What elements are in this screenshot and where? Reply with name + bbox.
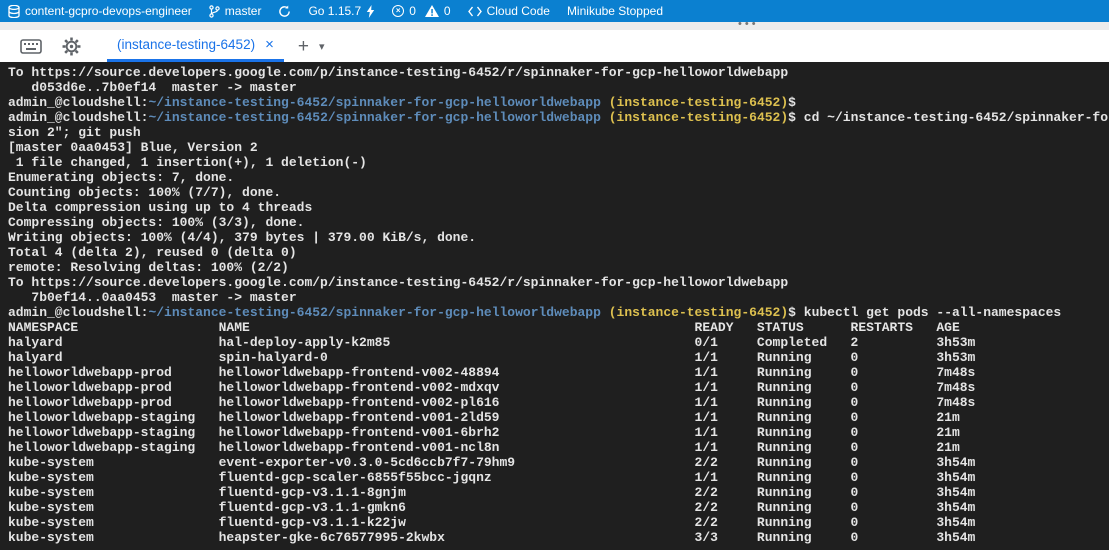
- terminal-output[interactable]: To https://source.developers.google.com/…: [0, 62, 1109, 550]
- terminal-line: Compressing objects: 100% (3/3), done.: [8, 215, 1109, 230]
- sync-button[interactable]: [278, 5, 291, 18]
- terminal-line: Delta compression using up to 4 threads: [8, 200, 1109, 215]
- terminal-line: admin_@cloudshell:~/instance-testing-645…: [8, 95, 1109, 110]
- code-brackets-icon: [468, 6, 482, 17]
- gear-icon[interactable]: [62, 37, 81, 56]
- terminal-line: helloworldwebapp-prod helloworldwebapp-f…: [8, 380, 1109, 395]
- lightning-icon: [366, 5, 375, 18]
- terminal-line: d053d6e..7b0ef14 master -> master: [8, 80, 1109, 95]
- terminal-tab-bar: (instance-testing-6452) × + ▾: [0, 30, 1109, 62]
- terminal-line: kube-system heapster-gke-6c76577995-2kwb…: [8, 530, 1109, 545]
- terminal-line: To https://source.developers.google.com/…: [8, 275, 1109, 290]
- terminal-line: helloworldwebapp-prod helloworldwebapp-f…: [8, 365, 1109, 380]
- terminal-line: [master 0aa0453] Blue, Version 2: [8, 140, 1109, 155]
- error-count: 0: [409, 4, 416, 18]
- terminal-line: helloworldwebapp-staging helloworldwebap…: [8, 440, 1109, 455]
- go-version-indicator[interactable]: Go 1.15.7: [308, 4, 375, 18]
- terminal-line: kube-system fluentd-gcp-v3.1.1-k22jw 2/2…: [8, 515, 1109, 530]
- terminal-line: admin_@cloudshell:~/instance-testing-645…: [8, 110, 1109, 125]
- terminal-line: Counting objects: 100% (7/7), done.: [8, 185, 1109, 200]
- terminal-line: Writing objects: 100% (4/4), 379 bytes |…: [8, 230, 1109, 245]
- terminal-line: halyard spin-halyard-0 1/1 Running 0 3h5…: [8, 350, 1109, 365]
- problems-indicator[interactable]: × 0 0: [392, 4, 450, 18]
- close-tab-icon[interactable]: ×: [265, 37, 274, 52]
- git-branch-icon: [209, 5, 220, 18]
- panel-resize-handle[interactable]: •••: [738, 18, 759, 30]
- terminal-line: kube-system fluentd-gcp-scaler-6855f55bc…: [8, 470, 1109, 485]
- minikube-status-label: Minikube Stopped: [567, 4, 663, 18]
- error-icon: ×: [392, 5, 404, 17]
- branch-name: master: [225, 4, 262, 18]
- status-bar: content-gcpro-devops-engineer master Go …: [0, 0, 1109, 22]
- terminal-line: admin_@cloudshell:~/instance-testing-645…: [8, 305, 1109, 320]
- terminal-tab[interactable]: (instance-testing-6452) ×: [107, 30, 284, 62]
- warning-icon: [425, 5, 439, 17]
- terminal-line: helloworldwebapp-staging helloworldwebap…: [8, 410, 1109, 425]
- terminal-line: 1 file changed, 1 insertion(+), 1 deleti…: [8, 155, 1109, 170]
- go-version-label: Go 1.15.7: [308, 4, 361, 18]
- refresh-icon: [278, 5, 291, 18]
- terminal-tab-label: (instance-testing-6452): [117, 37, 255, 52]
- terminal-line: kube-system fluentd-gcp-v3.1.1-gmkn6 2/2…: [8, 500, 1109, 515]
- git-branch-indicator[interactable]: master: [209, 4, 262, 18]
- terminal-line: NAMESPACE NAME READY STATUS RESTARTS AGE: [8, 320, 1109, 335]
- keyboard-icon[interactable]: [20, 39, 42, 54]
- terminal-line: Enumerating objects: 7, done.: [8, 170, 1109, 185]
- project-indicator[interactable]: content-gcpro-devops-engineer: [8, 4, 192, 18]
- terminal-line: remote: Resolving deltas: 100% (2/2): [8, 260, 1109, 275]
- project-name: content-gcpro-devops-engineer: [25, 4, 192, 18]
- cloud-code-label: Cloud Code: [487, 4, 550, 18]
- cloud-code-indicator[interactable]: Cloud Code: [468, 4, 550, 18]
- minikube-status[interactable]: Minikube Stopped: [567, 4, 663, 18]
- warning-count: 0: [444, 4, 451, 18]
- terminal-line: kube-system event-exporter-v0.3.0-5cd6cc…: [8, 455, 1109, 470]
- terminal-line: sion 2"; git push: [8, 125, 1109, 140]
- new-terminal-button[interactable]: +: [298, 37, 309, 56]
- terminal-line: helloworldwebapp-prod helloworldwebapp-f…: [8, 395, 1109, 410]
- chevron-down-icon[interactable]: ▾: [319, 40, 325, 53]
- terminal-line: helloworldwebapp-staging helloworldwebap…: [8, 425, 1109, 440]
- panel-splitter: •••: [0, 22, 1109, 30]
- terminal-line: To https://source.developers.google.com/…: [8, 65, 1109, 80]
- terminal-line: 7b0ef14..0aa0453 master -> master: [8, 290, 1109, 305]
- terminal-line: kube-system fluentd-gcp-v3.1.1-8gnjm 2/2…: [8, 485, 1109, 500]
- terminal-line: halyard hal-deploy-apply-k2m85 0/1 Compl…: [8, 335, 1109, 350]
- terminal-line: Total 4 (delta 2), reused 0 (delta 0): [8, 245, 1109, 260]
- database-icon: [8, 5, 20, 18]
